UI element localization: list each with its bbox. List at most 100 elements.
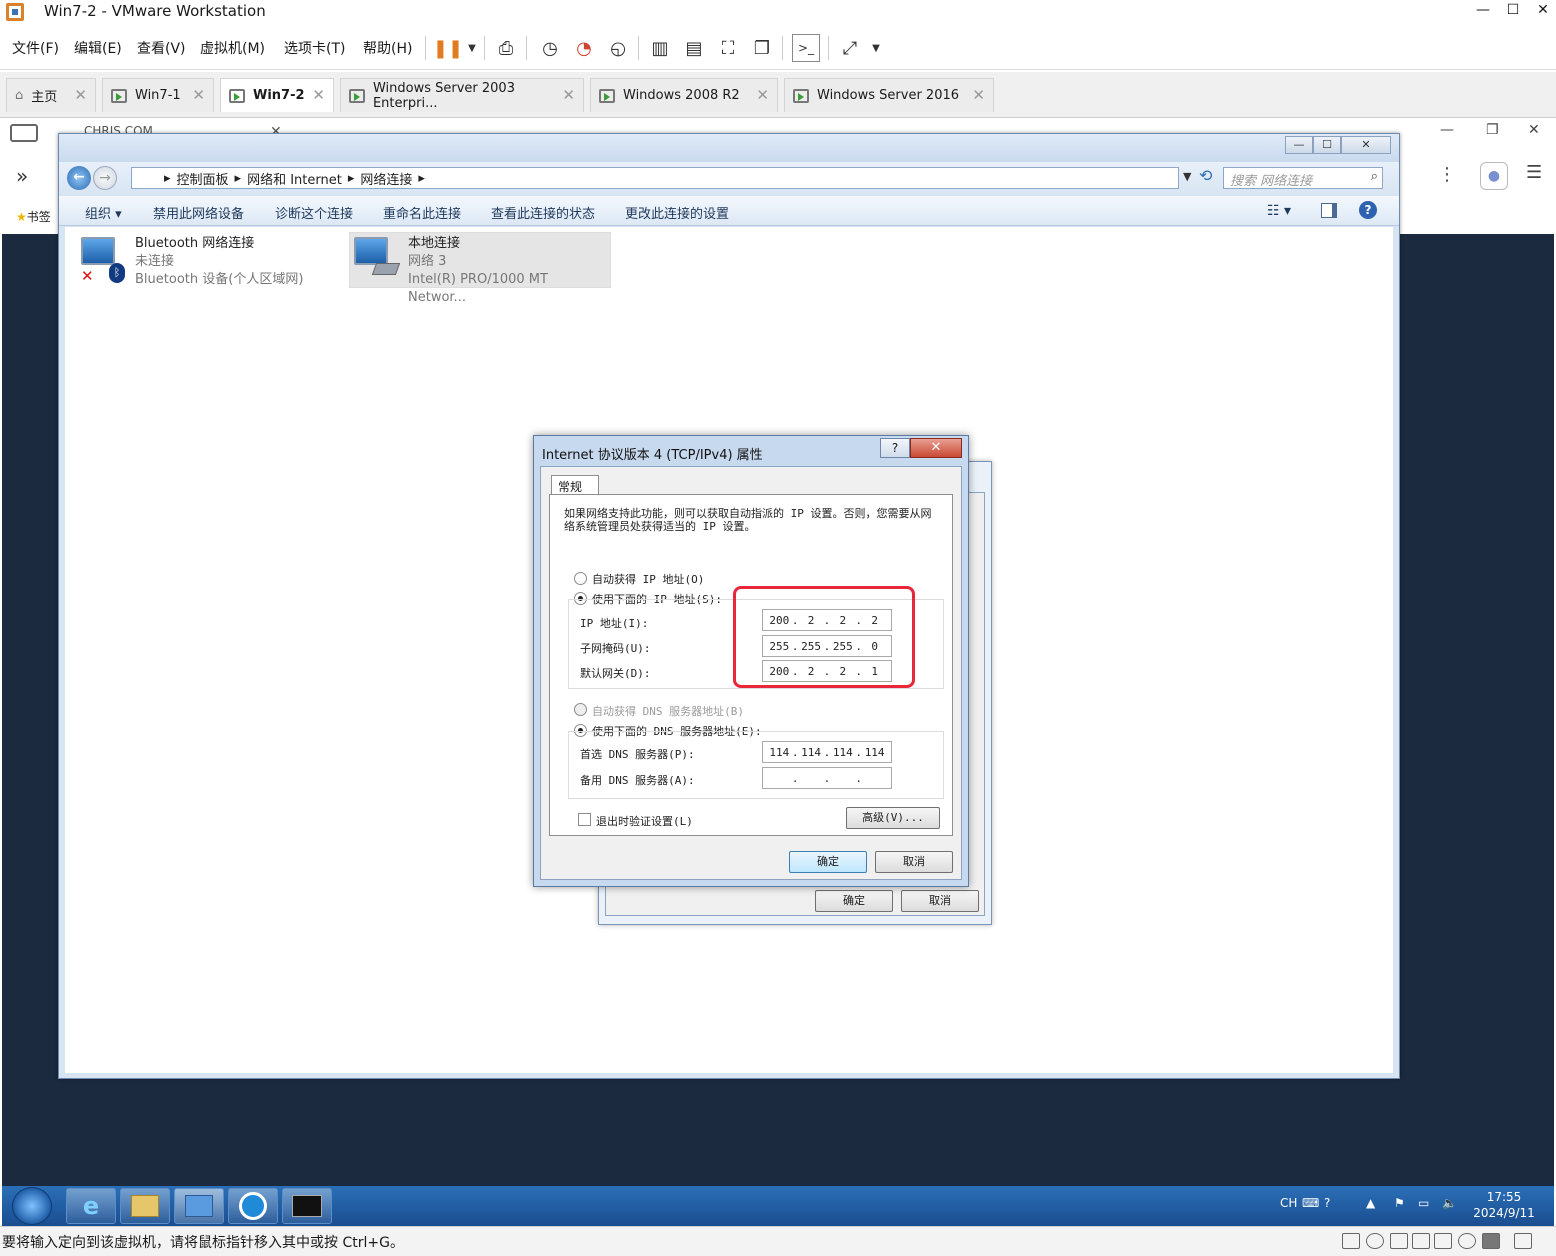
- pause-dropdown-icon[interactable]: ▼: [458, 34, 486, 62]
- menu-help[interactable]: 帮助(H): [363, 38, 412, 58]
- breadcrumb-network-connections[interactable]: 网络连接: [360, 169, 412, 188]
- stretch-guest-icon[interactable]: ⤢: [836, 34, 864, 62]
- breadcrumb-control-panel[interactable]: 控制面板: [177, 169, 229, 188]
- action-center-flag-icon[interactable]: ⚑: [1394, 1196, 1405, 1210]
- organize-menu[interactable]: 组织 ▾: [85, 203, 122, 222]
- thumbnail-view-icon[interactable]: ▤: [680, 34, 708, 62]
- snapshot-icon[interactable]: ◷: [536, 34, 564, 62]
- explorer-minimize-button[interactable]: —: [1285, 136, 1313, 154]
- console-view-icon[interactable]: >_: [792, 34, 820, 62]
- disable-device-button[interactable]: 禁用此网络设备: [153, 203, 244, 222]
- hamburger-icon[interactable]: ☰: [1526, 162, 1542, 183]
- minimize-button[interactable]: —: [1468, 2, 1498, 24]
- dialog-help-button[interactable]: ?: [880, 438, 910, 458]
- volume-icon[interactable]: 🔈: [1442, 1196, 1457, 1210]
- revert-snapshot-icon[interactable]: ◔: [570, 34, 598, 62]
- back-ok-button[interactable]: 确定: [815, 890, 893, 912]
- search-input[interactable]: 搜索 网络连接 ⌕: [1223, 167, 1383, 189]
- cd-dvd-icon[interactable]: [1366, 1233, 1384, 1249]
- show-hidden-icons[interactable]: ▲: [1366, 1196, 1375, 1210]
- menu-vm[interactable]: 虚拟机(M): [200, 38, 265, 58]
- help-icon[interactable]: ?: [1359, 201, 1377, 219]
- sidebar-toggle-icon[interactable]: [10, 124, 38, 142]
- tab-general[interactable]: 常规: [551, 475, 599, 495]
- tab-close-icon[interactable]: ✕: [192, 86, 205, 104]
- keyboard-icon[interactable]: ⌨: [1302, 1196, 1319, 1210]
- auto-ip-radio[interactable]: [574, 572, 587, 585]
- cancel-button[interactable]: 取消: [875, 851, 953, 873]
- snapshot-manager-icon[interactable]: ◵: [604, 34, 632, 62]
- menu-edit[interactable]: 编辑(E): [74, 38, 122, 58]
- change-settings-button[interactable]: 更改此连接的设置: [625, 203, 729, 222]
- expand-icon[interactable]: »: [16, 164, 28, 188]
- control-panel-taskbar-icon[interactable]: [174, 1188, 224, 1224]
- explorer-maximize-button[interactable]: ☐: [1313, 136, 1341, 154]
- library-view-icon[interactable]: ▥: [646, 34, 674, 62]
- profile-icon[interactable]: ●: [1480, 162, 1508, 190]
- alternate-dns-field[interactable]: ...: [762, 767, 892, 789]
- view-status-button[interactable]: 查看此连接的状态: [491, 203, 595, 222]
- full-screen-icon[interactable]: ⛶: [714, 34, 742, 62]
- sound-card-icon[interactable]: [1434, 1233, 1452, 1249]
- back-arrow-icon[interactable]: ←: [67, 166, 91, 190]
- ie-taskbar-icon[interactable]: e: [66, 1188, 116, 1224]
- start-button-icon[interactable]: [12, 1187, 52, 1225]
- network-tray-icon[interactable]: ▭: [1418, 1196, 1429, 1210]
- refresh-icon[interactable]: ⟲: [1199, 166, 1212, 185]
- tab-close-icon[interactable]: ✕: [562, 86, 575, 104]
- clock[interactable]: 17:55 2024/9/11: [1464, 1189, 1544, 1221]
- browser-restore-icon[interactable]: ❐: [1486, 122, 1499, 138]
- browser-close-icon[interactable]: ✕: [1528, 122, 1540, 138]
- unity-icon[interactable]: ❐: [748, 34, 776, 62]
- explorer-taskbar-icon[interactable]: [120, 1188, 170, 1224]
- rename-button[interactable]: 重命名此连接: [383, 203, 461, 222]
- hard-disk-icon[interactable]: [1342, 1233, 1360, 1249]
- bookmarks-bar[interactable]: ★书签: [16, 208, 51, 225]
- network-adapter-status-icon[interactable]: [1390, 1233, 1408, 1249]
- advanced-button[interactable]: 高级(V)...: [846, 807, 940, 829]
- address-dropdown-icon[interactable]: ▼: [1183, 170, 1191, 183]
- preferred-dns-field[interactable]: 114. 114. 114. 114: [762, 741, 892, 763]
- menu-view[interactable]: 查看(V): [137, 38, 186, 58]
- camera-icon[interactable]: [1458, 1233, 1476, 1249]
- message-log-icon[interactable]: [1514, 1233, 1532, 1249]
- validate-checkbox[interactable]: [578, 813, 591, 826]
- close-button[interactable]: ✕: [1528, 2, 1556, 24]
- printer-icon[interactable]: [1412, 1233, 1430, 1249]
- tab-windows-server-2003[interactable]: Windows Server 2003 Enterpri... ✕: [340, 78, 584, 112]
- tab-windows-2008-r2[interactable]: Windows 2008 R2 ✕: [590, 78, 778, 112]
- tab-close-icon[interactable]: ✕: [312, 86, 325, 104]
- browser-menu-icon[interactable]: ⋮: [1438, 164, 1456, 185]
- cmd-taskbar-icon[interactable]: [282, 1188, 332, 1224]
- maximize-button[interactable]: ☐: [1498, 2, 1528, 24]
- menu-tabs[interactable]: 选项卡(T): [284, 38, 345, 58]
- tab-windows-server-2016[interactable]: Windows Server 2016 ✕: [784, 78, 994, 112]
- view-options-icon[interactable]: ☷ ▾: [1267, 203, 1291, 219]
- tab-home[interactable]: ⌂ 主页 ✕: [6, 78, 96, 112]
- tab-win7-2[interactable]: Win7-2 ✕: [220, 78, 334, 112]
- address-bar[interactable]: ▸ 控制面板 ▸ 网络和 Internet ▸ 网络连接 ▸: [131, 167, 1179, 189]
- tab-win7-1[interactable]: Win7-1 ✕: [102, 78, 214, 112]
- auto-dns-radio[interactable]: [574, 703, 587, 716]
- tab-close-icon[interactable]: ✕: [74, 86, 87, 104]
- send-ctrl-alt-del-icon[interactable]: ⎙: [492, 34, 520, 62]
- stretch-dropdown-icon[interactable]: ▼: [862, 34, 890, 62]
- preview-pane-icon[interactable]: [1321, 203, 1337, 218]
- tab-close-icon[interactable]: ✕: [756, 86, 769, 104]
- explorer-close-button[interactable]: ✕: [1341, 136, 1391, 154]
- browser-taskbar-icon[interactable]: [228, 1188, 278, 1224]
- list-item-local-connection[interactable]: 本地连接 网络 3 Intel(R) PRO/1000 MT Networ...: [349, 232, 611, 305]
- back-cancel-button[interactable]: 取消: [901, 890, 979, 912]
- language-indicator[interactable]: CH: [1280, 1196, 1297, 1210]
- tab-close-icon[interactable]: ✕: [972, 86, 985, 104]
- browser-minimize-icon[interactable]: —: [1440, 122, 1454, 138]
- breadcrumb-network-internet[interactable]: 网络和 Internet: [247, 169, 342, 188]
- diagnose-button[interactable]: 诊断这个连接: [275, 203, 353, 222]
- menu-file[interactable]: 文件(F): [12, 38, 59, 58]
- dialog-close-button[interactable]: ✕: [910, 438, 962, 458]
- ok-button[interactable]: 确定: [789, 851, 867, 873]
- forward-arrow-icon[interactable]: →: [93, 166, 117, 190]
- list-item-bluetooth[interactable]: ✕ ᛒ Bluetooth 网络连接 未连接 Bluetooth 设备(个人区域…: [77, 233, 339, 289]
- tray-help-icon[interactable]: ?: [1324, 1196, 1330, 1210]
- usb-icon[interactable]: [1482, 1233, 1500, 1249]
